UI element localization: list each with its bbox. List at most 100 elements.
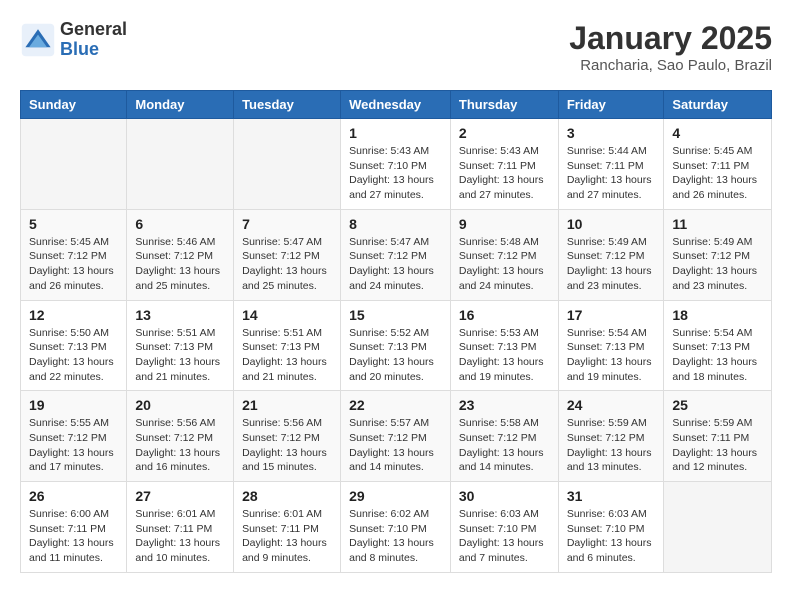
weekday-header-friday: Friday [558,91,664,119]
title-block: January 2025 Rancharia, Sao Paulo, Brazi… [569,20,772,74]
calendar-cell: 28Sunrise: 6:01 AMSunset: 7:11 PMDayligh… [234,482,341,573]
day-info: Sunrise: 6:01 AMSunset: 7:11 PMDaylight:… [135,507,225,566]
day-info: Sunrise: 5:51 AMSunset: 7:13 PMDaylight:… [242,326,332,385]
calendar-header-row: SundayMondayTuesdayWednesdayThursdayFrid… [21,91,772,119]
logo-general-text: General [60,19,127,39]
day-info: Sunrise: 5:54 AMSunset: 7:13 PMDaylight:… [567,326,656,385]
day-info: Sunrise: 6:03 AMSunset: 7:10 PMDaylight:… [459,507,550,566]
day-number: 21 [242,397,332,413]
day-info: Sunrise: 5:45 AMSunset: 7:11 PMDaylight:… [672,144,763,203]
day-info: Sunrise: 5:54 AMSunset: 7:13 PMDaylight:… [672,326,763,385]
calendar-cell: 18 Sunrise: 5:54 AMSunset: 7:13 PMDayligh… [664,300,772,391]
day-info: Sunrise: 6:00 AMSunset: 7:11 PMDaylight:… [29,507,118,566]
calendar-cell [21,119,127,210]
day-number: 31 [567,488,656,504]
day-info: Sunrise: 5:46 AMSunset: 7:12 PMDaylight:… [135,235,225,294]
day-info: Sunrise: 5:53 AMSunset: 7:13 PMDaylight:… [459,326,550,385]
day-number: 3 [567,125,656,141]
calendar-cell: 29Sunrise: 6:02 AMSunset: 7:10 PMDayligh… [341,482,451,573]
calendar-week-row: 5 Sunrise: 5:45 AMSunset: 7:12 PMDaylight… [21,209,772,300]
calendar-cell: 3 Sunrise: 5:44 AMSunset: 7:11 PMDaylight… [558,119,664,210]
calendar-week-row: 26 Sunrise: 6:00 AMSunset: 7:11 PMDayligh… [21,482,772,573]
day-number: 26 [29,488,118,504]
calendar-table: SundayMondayTuesdayWednesdayThursdayFrid… [20,90,772,573]
day-number: 19 [29,397,118,413]
calendar-cell: 11Sunrise: 5:49 AMSunset: 7:12 PMDayligh… [664,209,772,300]
weekday-header-thursday: Thursday [450,91,558,119]
calendar-cell: 6 Sunrise: 5:46 AMSunset: 7:12 PMDaylight… [127,209,234,300]
day-number: 17 [567,307,656,323]
day-number: 12 [29,307,118,323]
weekday-header-wednesday: Wednesday [341,91,451,119]
day-info: Sunrise: 5:55 AMSunset: 7:12 PMDaylight:… [29,416,118,475]
weekday-header-saturday: Saturday [664,91,772,119]
calendar-cell: 20Sunrise: 5:56 AMSunset: 7:12 PMDayligh… [127,391,234,482]
day-number: 6 [135,216,225,232]
calendar-cell: 15 Sunrise: 5:52 AMSunset: 7:13 PMDayligh… [341,300,451,391]
calendar-cell [234,119,341,210]
weekday-header-tuesday: Tuesday [234,91,341,119]
calendar-cell: 27 Sunrise: 6:01 AMSunset: 7:11 PMDayligh… [127,482,234,573]
calendar-cell: 12 Sunrise: 5:50 AMSunset: 7:13 PMDayligh… [21,300,127,391]
day-number: 25 [672,397,763,413]
calendar-cell: 1Sunrise: 5:43 AMSunset: 7:10 PMDaylight… [341,119,451,210]
calendar-cell: 8 Sunrise: 5:47 AMSunset: 7:12 PMDaylight… [341,209,451,300]
calendar-cell: 9Sunrise: 5:48 AMSunset: 7:12 PMDaylight… [450,209,558,300]
weekday-header-monday: Monday [127,91,234,119]
logo: General Blue [20,20,127,60]
calendar-week-row: 1Sunrise: 5:43 AMSunset: 7:10 PMDaylight… [21,119,772,210]
day-info: Sunrise: 5:47 AMSunset: 7:12 PMDaylight:… [349,235,442,294]
calendar-cell: 25 Sunrise: 5:59 AMSunset: 7:11 PMDayligh… [664,391,772,482]
calendar-cell [664,482,772,573]
calendar-cell: 17 Sunrise: 5:54 AMSunset: 7:13 PMDayligh… [558,300,664,391]
day-number: 23 [459,397,550,413]
logo-icon [20,22,56,58]
day-number: 8 [349,216,442,232]
calendar-cell: 2Sunrise: 5:43 AMSunset: 7:11 PMDaylight… [450,119,558,210]
calendar-cell: 26 Sunrise: 6:00 AMSunset: 7:11 PMDayligh… [21,482,127,573]
day-number: 24 [567,397,656,413]
day-number: 20 [135,397,225,413]
calendar-cell: 10Sunrise: 5:49 AMSunset: 7:12 PMDayligh… [558,209,664,300]
calendar-cell: 24 Sunrise: 5:59 AMSunset: 7:12 PMDayligh… [558,391,664,482]
day-info: Sunrise: 5:59 AMSunset: 7:11 PMDaylight:… [672,416,763,475]
day-number: 30 [459,488,550,504]
day-info: Sunrise: 5:59 AMSunset: 7:12 PMDaylight:… [567,416,656,475]
day-number: 27 [135,488,225,504]
calendar-cell: 23 Sunrise: 5:58 AMSunset: 7:12 PMDayligh… [450,391,558,482]
calendar-cell: 7 Sunrise: 5:47 AMSunset: 7:12 PMDaylight… [234,209,341,300]
day-info: Sunrise: 5:52 AMSunset: 7:13 PMDaylight:… [349,326,442,385]
day-number: 16 [459,307,550,323]
calendar-cell: 4Sunrise: 5:45 AMSunset: 7:11 PMDaylight… [664,119,772,210]
month-title: January 2025 [569,20,772,57]
day-number: 5 [29,216,118,232]
day-info: Sunrise: 5:44 AMSunset: 7:11 PMDaylight:… [567,144,656,203]
day-number: 22 [349,397,442,413]
day-number: 7 [242,216,332,232]
calendar-week-row: 19 Sunrise: 5:55 AMSunset: 7:12 PMDayligh… [21,391,772,482]
day-info: Sunrise: 5:50 AMSunset: 7:13 PMDaylight:… [29,326,118,385]
calendar-week-row: 12 Sunrise: 5:50 AMSunset: 7:13 PMDayligh… [21,300,772,391]
calendar-cell: 14 Sunrise: 5:51 AMSunset: 7:13 PMDayligh… [234,300,341,391]
day-info: Sunrise: 5:56 AMSunset: 7:12 PMDaylight:… [242,416,332,475]
day-info: Sunrise: 5:49 AMSunset: 7:12 PMDaylight:… [672,235,763,294]
day-number: 14 [242,307,332,323]
day-number: 18 [672,307,763,323]
day-info: Sunrise: 5:51 AMSunset: 7:13 PMDaylight:… [135,326,225,385]
day-info: Sunrise: 5:43 AMSunset: 7:11 PMDaylight:… [459,144,550,203]
day-info: Sunrise: 5:47 AMSunset: 7:12 PMDaylight:… [242,235,332,294]
calendar-cell: 22Sunrise: 5:57 AMSunset: 7:12 PMDayligh… [341,391,451,482]
logo-blue-text: Blue [60,39,99,59]
day-number: 10 [567,216,656,232]
calendar-cell: 31Sunrise: 6:03 AMSunset: 7:10 PMDayligh… [558,482,664,573]
weekday-header-sunday: Sunday [21,91,127,119]
day-info: Sunrise: 5:45 AMSunset: 7:12 PMDaylight:… [29,235,118,294]
day-info: Sunrise: 6:01 AMSunset: 7:11 PMDaylight:… [242,507,332,566]
calendar-cell: 13Sunrise: 5:51 AMSunset: 7:13 PMDayligh… [127,300,234,391]
calendar-cell: 16 Sunrise: 5:53 AMSunset: 7:13 PMDayligh… [450,300,558,391]
day-number: 15 [349,307,442,323]
day-info: Sunrise: 5:58 AMSunset: 7:12 PMDaylight:… [459,416,550,475]
calendar-cell: 30 Sunrise: 6:03 AMSunset: 7:10 PMDayligh… [450,482,558,573]
day-info: Sunrise: 5:43 AMSunset: 7:10 PMDaylight:… [349,144,442,203]
day-info: Sunrise: 6:02 AMSunset: 7:10 PMDaylight:… [349,507,442,566]
